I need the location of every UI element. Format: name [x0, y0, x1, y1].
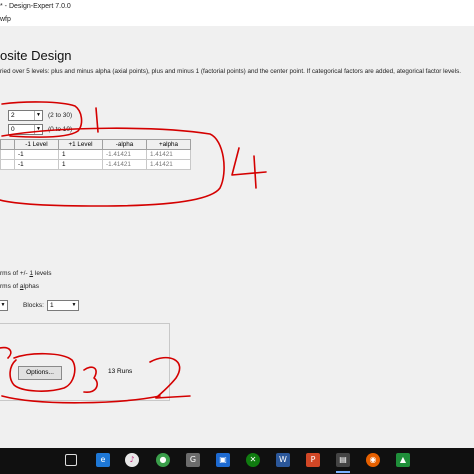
window-subtitle: wfp: [0, 14, 474, 26]
table-row: -1 1 -1.41421 1.41421: [0, 159, 191, 170]
numeric-factors-value: 2: [11, 112, 15, 119]
windows-taskbar: e ♪ ● G ▣ ✕ W P ▤ ◉ ▲: [0, 448, 474, 474]
categoric-factors-spinner[interactable]: 0 ▼: [8, 124, 43, 135]
design-expert-icon[interactable]: ▤: [336, 453, 350, 467]
table-cell[interactable]: -1: [14, 159, 59, 170]
option-levels-radio[interactable]: rms of +/- 1 levels: [0, 270, 52, 277]
firefox-icon[interactable]: ◉: [366, 453, 380, 467]
word-icon[interactable]: W: [276, 453, 290, 467]
options-button[interactable]: Options...: [18, 366, 62, 380]
blocks-value: 1: [50, 302, 54, 309]
type-dropdown[interactable]: ▼: [0, 300, 8, 311]
page-title: osite Design: [0, 48, 72, 63]
table-cell: -1.41421: [102, 159, 147, 170]
window-title: * - Design-Expert 7.0.0: [0, 0, 474, 14]
itunes-icon[interactable]: ♪: [125, 453, 139, 467]
column-header: +1 Level: [58, 139, 103, 150]
edge-icon[interactable]: e: [96, 453, 110, 467]
blocks-dropdown[interactable]: 1 ▼: [47, 300, 79, 311]
option-alphas-prefix: rms of: [0, 283, 20, 290]
dropdown-arrow-icon[interactable]: ▼: [70, 301, 78, 310]
column-header: [0, 139, 15, 150]
option-alphas-suffix: lphas: [23, 283, 40, 290]
column-header: +alpha: [146, 139, 191, 150]
option-alphas-radio[interactable]: rms of alphas: [0, 283, 39, 290]
table-cell[interactable]: 1: [58, 159, 103, 170]
file-explorer-icon[interactable]: G: [186, 453, 200, 467]
design-summary-group: [0, 323, 170, 401]
green-app-icon[interactable]: ▲: [396, 453, 410, 467]
table-header-row: -1 Level +1 Level -alpha +alpha: [0, 139, 191, 150]
ink-mark-4: [231, 147, 267, 189]
table-cell: [0, 149, 15, 160]
taskview-icon[interactable]: [65, 454, 77, 466]
column-header: -1 Level: [14, 139, 59, 150]
powerpoint-icon[interactable]: P: [306, 453, 320, 467]
photos-icon[interactable]: ▣: [216, 453, 230, 467]
table-cell: 1.41421: [146, 149, 191, 160]
table-cell: -1.41421: [102, 149, 147, 160]
option-levels-suffix: levels: [33, 270, 52, 277]
option-levels-prefix: rms of +/-: [0, 270, 30, 277]
active-app-indicator: [336, 471, 350, 473]
table-row: -1 1 -1.41421 1.41421: [0, 149, 191, 160]
column-header: -alpha: [102, 139, 147, 150]
dropdown-arrow-icon[interactable]: ▼: [0, 301, 7, 310]
table-cell[interactable]: 1: [58, 149, 103, 160]
blocks-label: Blocks:: [23, 302, 44, 309]
categoric-factors-range: (0 to 10): [48, 126, 73, 133]
table-cell: [0, 159, 15, 170]
ink-mark-1: [95, 107, 99, 133]
runs-count: 13 Runs: [108, 368, 133, 375]
dropdown-arrow-icon[interactable]: ▼: [34, 111, 42, 120]
chrome-icon[interactable]: ●: [156, 453, 170, 467]
numeric-factors-spinner[interactable]: 2 ▼: [8, 110, 43, 121]
factor-levels-table: -1 Level +1 Level -alpha +alpha -1 1 -1.…: [0, 139, 191, 170]
design-description: ried over 5 levels: plus and minus alpha…: [0, 68, 461, 75]
categoric-factors-value: 0: [11, 126, 15, 133]
xbox-icon[interactable]: ✕: [246, 453, 260, 467]
table-cell: 1.41421: [146, 159, 191, 170]
table-cell[interactable]: -1: [14, 149, 59, 160]
dropdown-arrow-icon[interactable]: ▼: [34, 125, 42, 134]
numeric-factors-range: (2 to 30): [48, 112, 73, 119]
